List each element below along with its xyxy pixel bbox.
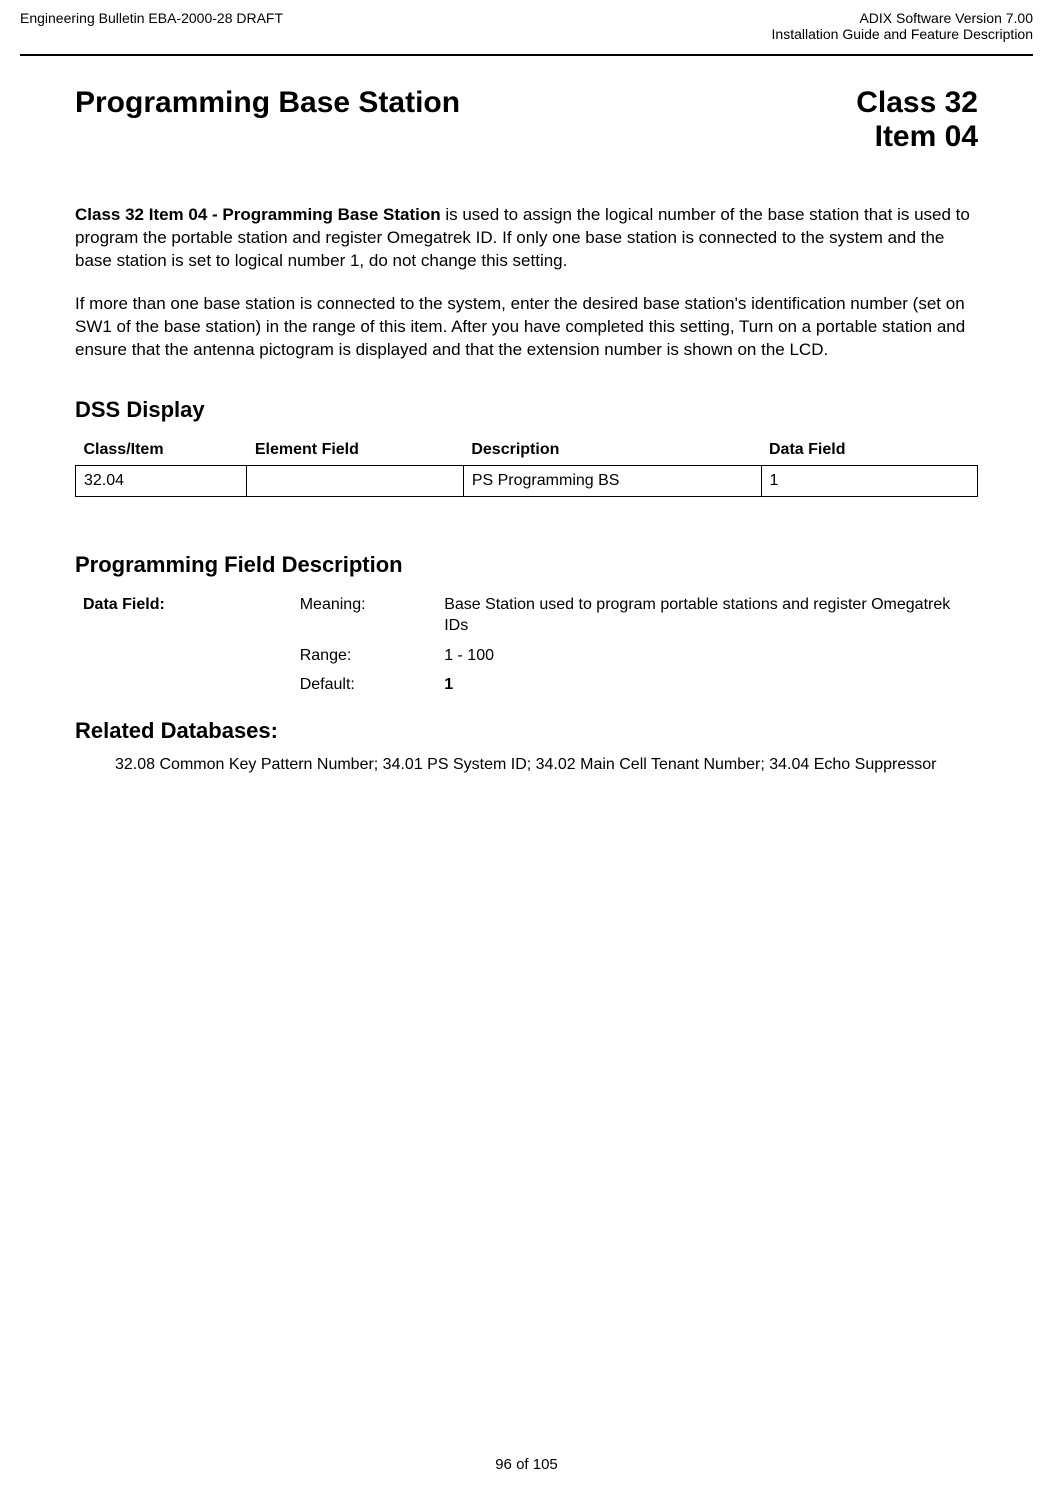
pfd-empty-2 [75, 670, 292, 700]
dss-cell-classitem: 32.04 [76, 465, 247, 496]
intro-bold-lead: Class 32 Item 04 - Programming Base Stat… [75, 205, 441, 224]
pfd-row-default: Default: 1 [75, 670, 978, 700]
dss-header-elementfield: Element Field [247, 435, 463, 466]
dss-cell-elementfield [247, 465, 463, 496]
pfd-meaning-value: Base Station used to program portable st… [436, 590, 978, 641]
page-number: 96 of 105 [495, 1456, 558, 1473]
related-heading: Related Databases: [75, 718, 978, 744]
dss-table-header-row: Class/Item Element Field Description Dat… [76, 435, 978, 466]
pfd-default-value-bold: 1 [444, 676, 453, 693]
title-class: Class 32 [856, 86, 978, 120]
pfd-meaning-label: Meaning: [292, 590, 436, 641]
page-title: Programming Base Station [75, 86, 460, 120]
related-text: 32.08 Common Key Pattern Number; 34.01 P… [75, 754, 978, 776]
pfd-range-value: 1 - 100 [436, 641, 978, 671]
intro-paragraph-2: If more than one base station is connect… [75, 293, 978, 362]
pfd-default-label: Default: [292, 670, 436, 700]
header-left-text: Engineering Bulletin EBA-2000-28 DRAFT [20, 10, 283, 42]
related-databases-section: Related Databases: 32.08 Common Key Patt… [75, 718, 978, 776]
dss-table: Class/Item Element Field Description Dat… [75, 435, 978, 497]
pfd-row-range: Range: 1 - 100 [75, 641, 978, 671]
title-item: Item 04 [856, 120, 978, 154]
page-content: Programming Base Station Class 32 Item 0… [0, 86, 1053, 776]
header-right-line1: ADIX Software Version 7.00 [772, 10, 1033, 26]
pfd-range-label: Range: [292, 641, 436, 671]
dss-header-description: Description [463, 435, 761, 466]
dss-table-row: 32.04 PS Programming BS 1 [76, 465, 978, 496]
pfd-row-meaning: Data Field: Meaning: Base Station used t… [75, 590, 978, 641]
header-right-line2: Installation Guide and Feature Descripti… [772, 26, 1033, 42]
pfd-datafield-label: Data Field: [75, 590, 292, 641]
dss-cell-datafield: 1 [761, 465, 978, 496]
dss-cell-description: PS Programming BS [463, 465, 761, 496]
page-header: Engineering Bulletin EBA-2000-28 DRAFT A… [0, 0, 1053, 42]
pfd-table: Data Field: Meaning: Base Station used t… [75, 590, 978, 700]
dss-header-datafield: Data Field [761, 435, 978, 466]
pfd-empty-1 [75, 641, 292, 671]
title-class-item: Class 32 Item 04 [856, 86, 978, 154]
header-right-block: ADIX Software Version 7.00 Installation … [772, 10, 1033, 42]
page-footer: 96 of 105 [0, 1456, 1053, 1473]
pfd-default-value: 1 [436, 670, 978, 700]
dss-display-heading: DSS Display [75, 397, 978, 423]
header-divider [20, 54, 1033, 56]
pfd-heading: Programming Field Description [75, 552, 978, 578]
dss-header-classitem: Class/Item [76, 435, 247, 466]
intro-paragraph-1: Class 32 Item 04 - Programming Base Stat… [75, 204, 978, 273]
title-row: Programming Base Station Class 32 Item 0… [75, 86, 978, 154]
